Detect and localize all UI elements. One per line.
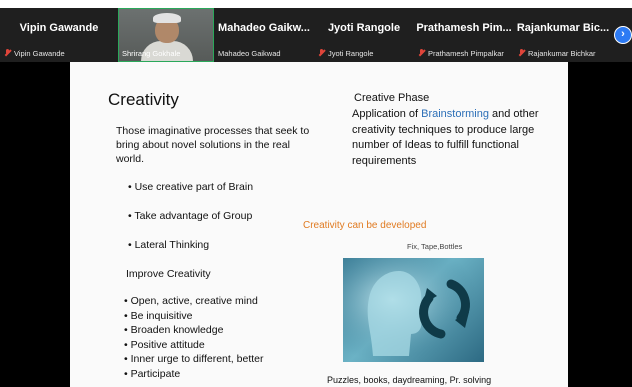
phase-text: Application of Brainstorming and other c… [352, 108, 539, 167]
list-item: • Broaden knowledge [124, 324, 224, 336]
shared-screen: Creativity Those imaginative processes t… [0, 62, 632, 387]
participant-name: Vipin Gawande [19, 22, 99, 34]
participant-tag: Rajankumar Bichkar [518, 49, 596, 58]
list-item: • Participate [124, 367, 181, 380]
participant-tile-rajankumar[interactable]: Rajankumar Bic... Rajankumar Bichkar [514, 8, 612, 62]
participant-strip: Vipin Gawande Vipin Gawande Shrirang Gok… [0, 8, 632, 62]
participant-tag: Jyoti Rangole [318, 49, 373, 58]
developed-note: Creativity can be developed [303, 220, 427, 231]
participant-name: Rajankumar Bic... [516, 22, 610, 34]
point-item: • Take advantage of Group [128, 210, 253, 222]
mic-muted-icon [418, 49, 425, 57]
improve-list: • Open, active, creative mind • Be inqui… [124, 294, 263, 381]
point-item: • Use creative part of Brain [128, 181, 254, 193]
participant-name: Prathamesh Pim... [416, 22, 512, 34]
improve-heading: Improve Creativity [126, 268, 211, 280]
participant-tag: Vipin Gawande [4, 49, 65, 58]
participant-tag: Mahadeo Gaikwad [218, 49, 281, 58]
participant-tile-mahadeo[interactable]: Mahadeo Gaikw... Mahadeo Gaikwad [214, 8, 314, 62]
slide-title: Creativity [108, 90, 179, 109]
meeting-window: Vipin Gawande Vipin Gawande Shrirang Gok… [0, 0, 632, 387]
mic-muted-icon [318, 49, 325, 57]
list-item: • Inner urge to different, better [124, 353, 264, 365]
slide: Creativity Those imaginative processes t… [70, 62, 568, 387]
participant-tag: Shrirang Gokhale [122, 49, 181, 58]
mic-muted-icon [4, 49, 11, 57]
video-person-cap [153, 13, 181, 23]
list-item: • Be inquisitive [124, 309, 193, 322]
brain-cycle-image [343, 258, 484, 362]
point-item: • Lateral Thinking [128, 239, 210, 251]
image-caption: Puzzles, books, daydreaming, Pr. solving [327, 375, 492, 385]
participant-tile-jyoti[interactable]: Jyoti Rangole Jyoti Rangole [314, 8, 414, 62]
participant-tile-vipin[interactable]: Vipin Gawande Vipin Gawande [0, 8, 118, 62]
phase-heading: Creative Phase [354, 92, 430, 104]
participant-tile-shrirang[interactable]: Shrirang Gokhale [118, 8, 214, 62]
participant-name: Jyoti Rangole [327, 22, 401, 34]
participant-tag: Prathamesh Pimpalkar [418, 49, 504, 58]
next-participants-button[interactable]: › [614, 26, 632, 44]
list-item: • Open, active, creative mind [124, 295, 258, 307]
list-item: • Positive attitude [124, 338, 205, 351]
definition-text: Those imaginative processes that seek to… [116, 125, 310, 165]
fix-note: Fix, Tape,Bottles [407, 242, 463, 251]
mic-muted-icon [518, 49, 525, 57]
participant-tile-prathamesh[interactable]: Prathamesh Pim... Prathamesh Pimpalkar [414, 8, 514, 62]
chevron-right-icon: › [621, 28, 625, 40]
keyword-brainstorming: Brainstorming [421, 108, 489, 120]
participant-name: Mahadeo Gaikw... [218, 22, 310, 34]
